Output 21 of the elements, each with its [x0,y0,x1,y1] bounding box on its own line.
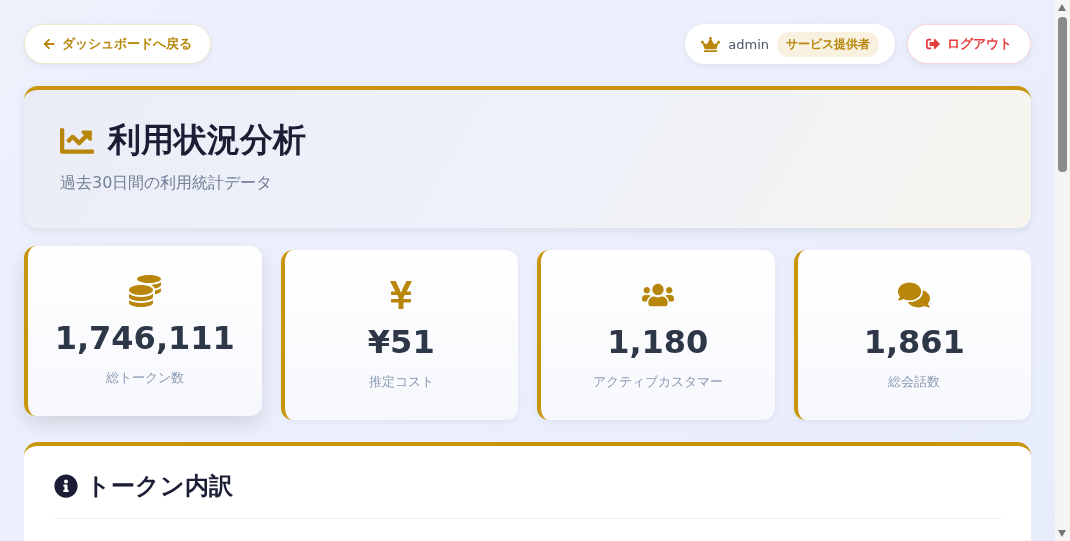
stat-label: 推定コスト [368,373,434,391]
logout-icon [926,37,940,51]
logout-button[interactable]: ログアウト [907,24,1031,64]
role-badge: サービス提供者 [777,31,879,57]
stat-label: 総トークン数 [105,369,184,387]
section-title: トークン内訳 [86,471,233,502]
back-button[interactable]: ダッシュボードへ戻る [24,24,211,64]
stat-value: ¥51 [367,323,435,361]
stat-value: 1,861 [863,323,965,361]
scrollbar[interactable] [1055,0,1070,541]
user-name: admin [728,36,769,52]
stat-label: アクティブカスタマー [592,373,723,391]
info-icon [54,474,78,498]
arrow-left-icon [43,38,55,50]
crown-icon [701,34,721,54]
stat-value: 1,180 [607,323,709,361]
stat-label: 総会話数 [888,373,941,391]
page-subtitle: 過去30日間の利用統計データ [60,173,274,194]
stat-value: 1,746,111 [54,319,235,357]
page-title: 利用状況分析 [108,119,306,161]
coins-icon [128,275,161,307]
